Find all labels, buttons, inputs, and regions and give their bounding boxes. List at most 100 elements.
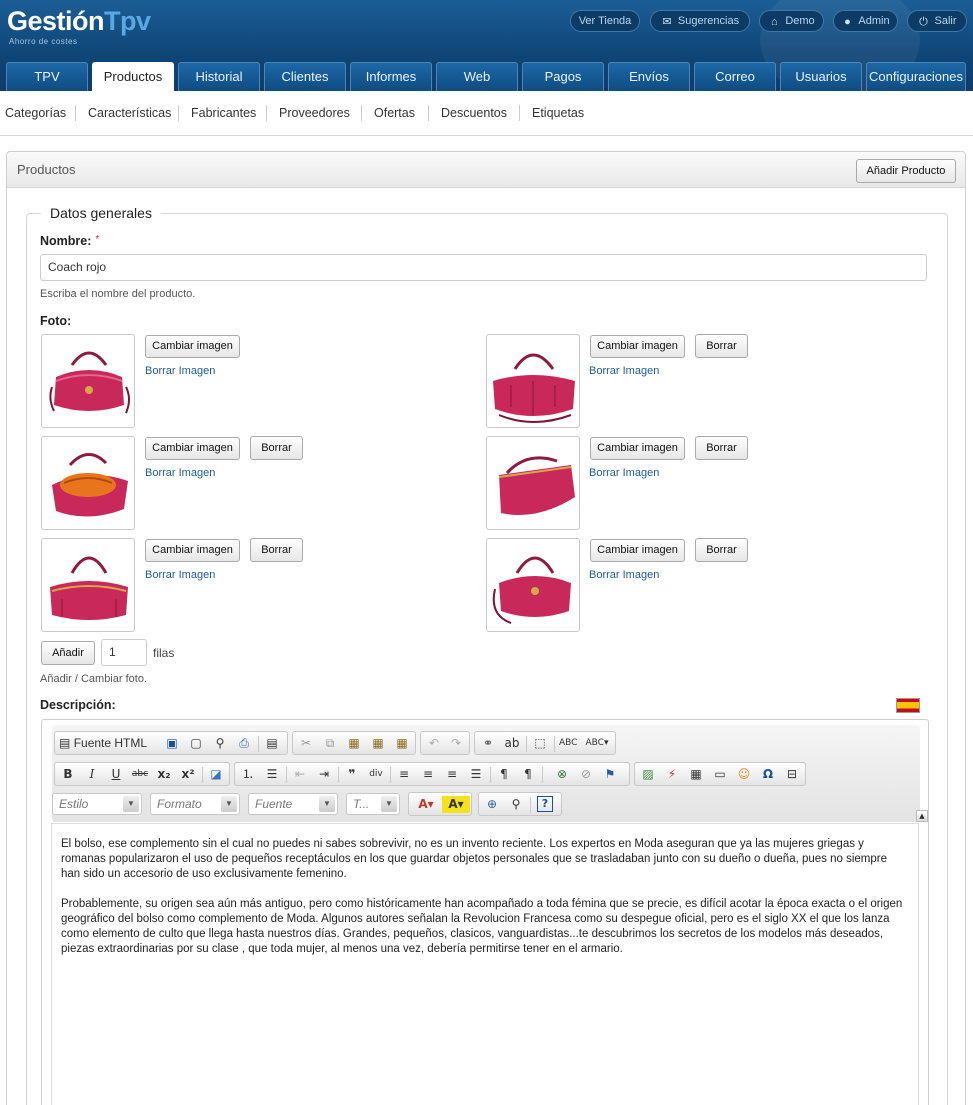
cut-icon[interactable]: ✂ [297,735,315,752]
tab-informes[interactable]: Informes [350,62,432,91]
bold-icon[interactable]: B [59,766,77,783]
find-icon[interactable]: ⚭ [479,735,497,752]
tab-envios[interactable]: Envíos [608,62,690,91]
align-right-icon[interactable]: ≡ [443,766,461,783]
creatediv-icon[interactable]: div [367,766,385,783]
suggestions-button[interactable]: ✉ Sugerencias [650,10,750,32]
redo-icon[interactable]: ↷ [447,735,465,752]
delete-image-link-5[interactable]: Borrar Imagen [145,569,215,581]
tab-historial[interactable]: Historial [178,62,260,91]
replace-icon[interactable]: ab [503,735,521,752]
remove-format-icon[interactable]: ◪ [207,766,225,783]
add-rows-button[interactable]: Añadir [41,641,95,665]
smiley-icon[interactable]: ☺ [735,766,753,783]
collapse-toolbar-icon[interactable]: ▲ [916,810,928,822]
tab-web[interactable]: Web [436,62,518,91]
tab-pagos[interactable]: Pagos [522,62,604,91]
blockquote-icon[interactable]: ❞ [343,766,361,783]
change-image-button-5[interactable]: Cambiar imagen [145,539,240,562]
change-image-button-2[interactable]: Cambiar imagen [590,335,685,358]
background-color-icon[interactable]: A▾ [442,796,470,813]
align-center-icon[interactable]: ≡ [419,766,437,783]
maximize-icon[interactable]: ⊕ [483,796,501,813]
tab-clientes[interactable]: Clientes [264,62,346,91]
undo-icon[interactable]: ↶ [425,735,443,752]
change-image-button-3[interactable]: Cambiar imagen [145,437,240,460]
tab-usuarios[interactable]: Usuarios [780,62,862,91]
new-page-icon[interactable]: ▢ [187,735,205,752]
subscript-icon[interactable]: x₂ [155,766,173,783]
delete-button-3[interactable]: Borrar [250,436,303,460]
show-blocks-icon[interactable]: ⚲ [507,796,525,813]
paste-text-icon[interactable]: ▦ [369,735,387,752]
delete-button-4[interactable]: Borrar [695,436,748,460]
spellcheck-dropdown-icon[interactable]: ABC▾ [583,735,611,752]
help-icon[interactable]: ? [537,796,553,812]
tab-tpv[interactable]: TPV [6,62,88,91]
delete-image-link-2[interactable]: Borrar Imagen [589,365,659,377]
delete-button-6[interactable]: Borrar [695,538,748,562]
delete-button-2[interactable]: Borrar [695,334,748,358]
unlink-icon[interactable]: ⊘ [577,766,595,783]
paste-word-icon[interactable]: ▦ [393,735,411,752]
table-icon[interactable]: ▦ [687,766,705,783]
subnav-caracteristicas[interactable]: Características [88,106,171,120]
save-icon[interactable]: ▣ [163,735,181,752]
select-all-icon[interactable]: ⬚ [531,735,549,752]
tab-productos[interactable]: Productos [92,62,174,91]
change-image-button-6[interactable]: Cambiar imagen [590,539,685,562]
justify-icon[interactable]: ☰ [467,766,485,783]
delete-image-link-1[interactable]: Borrar Imagen [145,365,215,377]
editor-content[interactable]: El bolso, ese complemento sin el cual no… [51,823,919,1105]
logout-button[interactable]: ⏻ Salir [907,10,967,32]
strike-icon[interactable]: abc [131,766,149,783]
templates-icon[interactable]: ▤ [263,735,281,752]
rows-input[interactable]: 1 [101,639,147,666]
subnav-categorias[interactable]: Categorías [5,106,66,120]
add-product-button[interactable]: Añadir Producto [856,159,956,183]
demo-button[interactable]: ⌂ Demo [759,10,824,32]
delete-image-link-6[interactable]: Borrar Imagen [589,569,659,581]
font-combo[interactable]: Fuente ▼ [248,793,338,815]
spanish-flag-icon[interactable] [896,698,920,713]
print-icon[interactable]: ⎙ [235,735,253,752]
flash-icon[interactable]: ⚡ [663,766,681,783]
delete-image-link-4[interactable]: Borrar Imagen [589,467,659,479]
horizontal-rule-icon[interactable]: ▭ [711,766,729,783]
page-break-icon[interactable]: ⊟ [783,766,801,783]
subnav-etiquetas[interactable]: Etiquetas [532,106,584,120]
numbered-list-icon[interactable]: ⒈ [239,766,257,783]
tab-configuraciones[interactable]: Configuraciones [866,62,966,91]
style-combo[interactable]: Estilo ▼ [52,793,142,815]
outdent-icon[interactable]: ⇤ [291,766,309,783]
align-left-icon[interactable]: ≡ [395,766,413,783]
special-char-icon[interactable]: Ω [759,766,777,783]
admin-button[interactable]: ● Admin [833,10,898,32]
source-html-button[interactable]: ▤ Fuente HTML [59,735,155,752]
image-icon[interactable]: ▨ [639,766,657,783]
anchor-icon[interactable]: ⚑ [601,766,619,783]
spellcheck-icon[interactable]: ABC [559,735,577,752]
subnav-proveedores[interactable]: Proveedores [279,106,350,120]
paste-icon[interactable]: ▦ [345,735,363,752]
app-logo[interactable]: GestiónTpv [7,6,151,36]
delete-image-link-3[interactable]: Borrar Imagen [145,467,215,479]
rtl-icon[interactable]: ¶ [519,766,537,783]
subnav-descuentos[interactable]: Descuentos [441,106,507,120]
subnav-ofertas[interactable]: Ofertas [374,106,415,120]
change-image-button-4[interactable]: Cambiar imagen [590,437,685,460]
tab-correo[interactable]: Correo [694,62,776,91]
bulleted-list-icon[interactable]: ☰ [263,766,281,783]
ltr-icon[interactable]: ¶ [495,766,513,783]
size-combo[interactable]: T... ▼ [346,793,400,815]
view-store-button[interactable]: Ver Tienda [570,10,640,32]
format-combo[interactable]: Formato ▼ [150,793,240,815]
superscript-icon[interactable]: x² [179,766,197,783]
underline-icon[interactable]: U [107,766,125,783]
text-color-icon[interactable]: A▾ [412,796,440,813]
italic-icon[interactable]: I [83,766,101,783]
name-input[interactable]: Coach rojo [40,254,927,281]
indent-icon[interactable]: ⇥ [315,766,333,783]
delete-button-5[interactable]: Borrar [250,538,303,562]
change-image-button-1[interactable]: Cambiar imagen [145,335,240,358]
